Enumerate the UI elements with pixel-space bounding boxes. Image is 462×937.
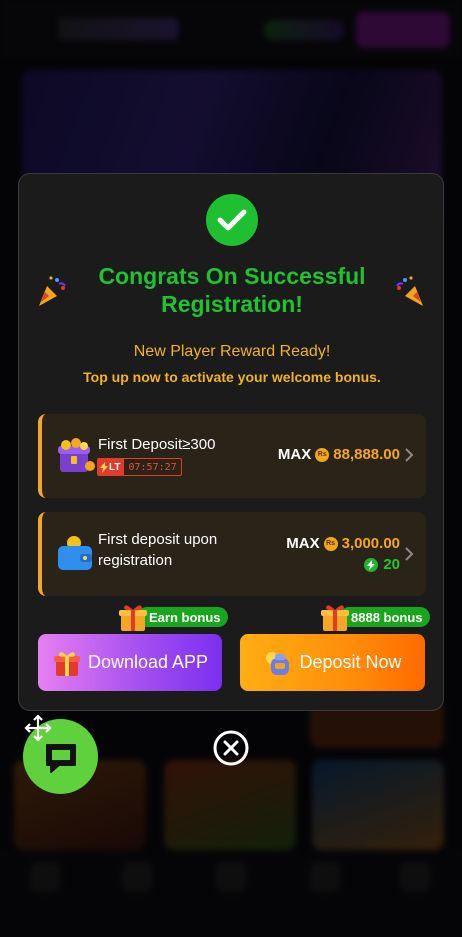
deposit-bonus-tag: 8888 bonus — [319, 601, 430, 633]
chevron-right-icon — [405, 448, 414, 462]
earn-bonus-label: Earn bonus — [137, 607, 228, 627]
party-popper-icon — [39, 276, 66, 306]
offer-registration-deposit[interactable]: First deposit upon registration MAX Rs 3… — [38, 512, 426, 596]
wallet-icon — [58, 536, 92, 570]
download-app-button[interactable]: Download APP — [38, 634, 222, 691]
coin-bag-icon — [266, 651, 290, 675]
earn-bonus-tag: Earn bonus — [117, 601, 228, 633]
gift-icon — [321, 605, 349, 631]
rupee-coin-icon: Rs — [315, 447, 330, 462]
limited-time-tag: LT — [98, 459, 125, 475]
max-label: MAX — [286, 535, 320, 552]
offer-title: First deposit upon registration — [98, 531, 218, 569]
limited-time-badge: LT 07:57:27 — [97, 458, 182, 476]
bonus-row: 20 — [364, 556, 400, 573]
registration-success-modal: Congrats On Successful Registration! New… — [18, 173, 444, 711]
gift-icon — [119, 605, 147, 631]
chat-bubble-icon — [45, 743, 76, 773]
check-circle-icon — [206, 194, 258, 246]
chevron-right-icon — [405, 547, 414, 561]
max-reward-row: MAX Rs 3,000.00 — [286, 535, 400, 552]
gift-box-icon — [53, 651, 80, 676]
bonus-amount: 20 — [383, 556, 400, 573]
max-amount: 88,888.00 — [333, 446, 400, 463]
offer-title: First Deposit≥300 — [98, 436, 216, 453]
close-icon[interactable] — [212, 729, 250, 767]
bolt-icon — [100, 461, 108, 473]
modal-subtitle-secondary: Top up now to activate your welcome bonu… — [83, 369, 381, 385]
download-app-label: Download APP — [87, 652, 209, 672]
deposit-bonus-label: 8888 bonus — [339, 607, 430, 627]
deposit-now-button[interactable]: Deposit Now — [240, 634, 425, 691]
limited-time-label: LT — [109, 461, 121, 473]
countdown-timer: 07:57:27 — [128, 461, 177, 473]
offer-first-deposit[interactable]: First Deposit≥300 LT 07:57:27 MAX Rs 88,… — [38, 414, 426, 498]
max-amount: 3,000.00 — [341, 535, 400, 552]
modal-title: Congrats On Successful Registration! — [98, 263, 366, 317]
bolt-coin-icon — [364, 557, 379, 572]
deposit-now-label: Deposit Now — [299, 652, 402, 672]
modal-subtitle: New Player Reward Ready! — [133, 343, 331, 360]
max-label: MAX — [277, 446, 312, 463]
rupee-coin-icon: Rs — [323, 536, 338, 551]
move-arrows-icon[interactable] — [24, 714, 52, 742]
max-reward-row: MAX Rs 88,888.00 — [278, 446, 400, 463]
party-popper-icon — [396, 276, 423, 306]
treasure-box-icon — [58, 438, 95, 472]
